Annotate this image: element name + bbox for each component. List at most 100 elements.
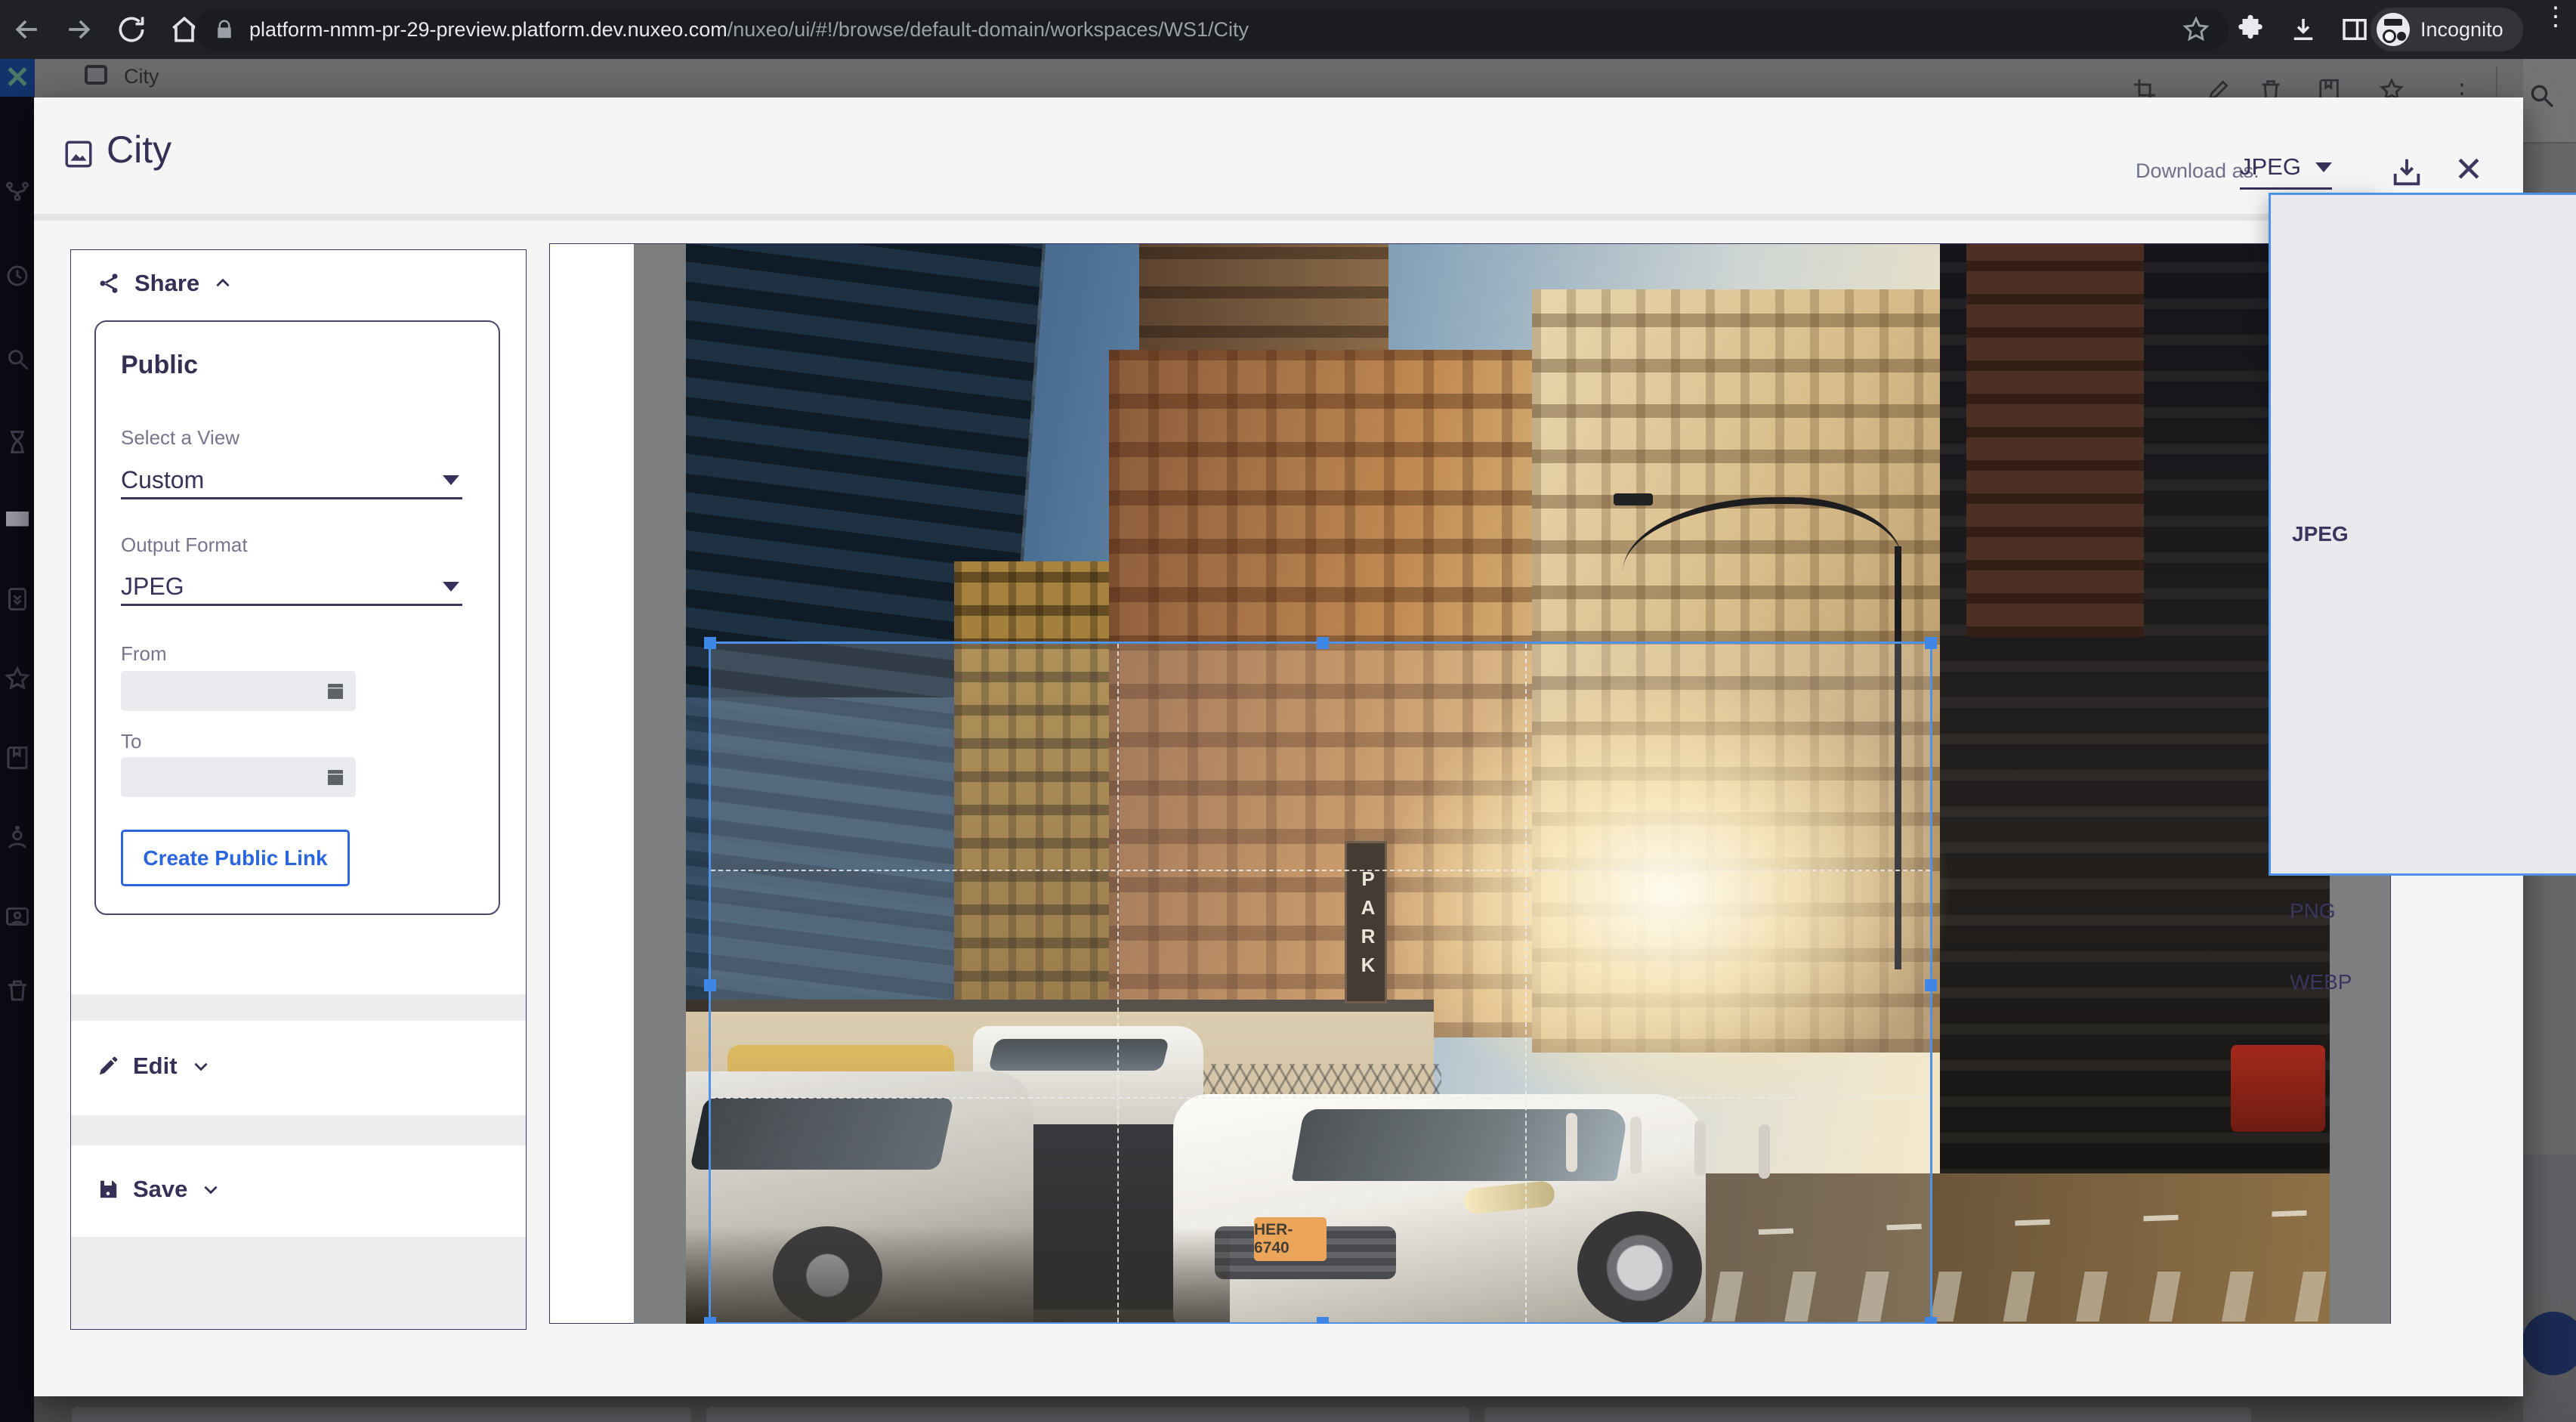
- chevron-down-icon: [443, 582, 459, 592]
- dimmed-card: [706, 1407, 1469, 1422]
- view-select[interactable]: Custom: [121, 462, 462, 499]
- profile-person-icon[interactable]: [4, 825, 31, 852]
- calendar-icon[interactable]: [324, 680, 347, 703]
- crop-guide-vertical: [1117, 644, 1119, 1322]
- view-select-value: Custom: [121, 466, 204, 494]
- dimmed-card: [1484, 1407, 2251, 1422]
- workflow-list-icon[interactable]: [4, 586, 31, 613]
- output-format-select[interactable]: JPEG: [121, 568, 462, 606]
- chevron-up-icon: [213, 274, 233, 293]
- to-date-input[interactable]: [121, 757, 356, 797]
- menu-item-png[interactable]: PNG: [2269, 876, 2379, 947]
- app-left-rail: ✕: [0, 59, 35, 1422]
- crop-guide-horizontal: [711, 1097, 1930, 1099]
- collections-book-icon[interactable]: [4, 744, 31, 771]
- delete-trash-icon: [2258, 77, 2284, 97]
- download-format-value: JPEG: [2240, 153, 2301, 181]
- save-label: Save: [133, 1176, 187, 1203]
- crop-guide-horizontal: [711, 870, 1930, 871]
- download-format-select[interactable]: JPEG: [2240, 150, 2332, 190]
- output-format-label: Output Format: [121, 533, 248, 557]
- app-search-icon: [2526, 80, 2556, 110]
- browser-toolbar: platform-nmm-pr-29-preview.platform.dev.…: [0, 0, 2576, 59]
- save-section-header[interactable]: Save: [97, 1176, 221, 1203]
- browser-forward-icon[interactable]: [62, 13, 95, 46]
- address-bar[interactable]: platform-nmm-pr-29-preview.platform.dev.…: [195, 8, 2229, 51]
- calendar-icon[interactable]: [324, 766, 347, 789]
- close-icon[interactable]: ✕: [2451, 152, 2486, 187]
- assets-image-icon[interactable]: [4, 505, 31, 532]
- dimmed-card: [72, 1407, 691, 1422]
- downloads-icon[interactable]: [2287, 14, 2319, 45]
- crop-selection[interactable]: [709, 641, 1932, 1324]
- output-format-value: JPEG: [121, 573, 184, 601]
- url-text: platform-nmm-pr-29-preview.platform.dev.…: [249, 18, 1249, 42]
- lock-icon: [213, 18, 236, 41]
- image-editor-viewer: PARK HER-6740: [549, 243, 2487, 1324]
- crop-handle-n[interactable]: [1317, 637, 1329, 649]
- crop-handle-ne[interactable]: [1925, 637, 1937, 649]
- browser-back-icon[interactable]: [11, 13, 44, 46]
- app-header-strip: City ⋮: [35, 59, 2523, 97]
- crop-guide-vertical: [1525, 644, 1527, 1322]
- bookmark-star-icon[interactable]: [2182, 15, 2210, 44]
- from-label: From: [121, 642, 167, 666]
- chevron-down-icon: [191, 1056, 211, 1076]
- modal-title: City: [107, 128, 171, 172]
- image-type-icon: [63, 138, 94, 170]
- screenshot-stage: platform-nmm-pr-29-preview.platform.dev.…: [0, 0, 2576, 1422]
- to-label: To: [121, 730, 141, 753]
- document-type-icon: [85, 65, 107, 85]
- pencil-icon: [97, 1055, 119, 1077]
- history-icon[interactable]: [4, 262, 31, 289]
- menu-item-webp[interactable]: WEBP: [2269, 947, 2379, 1018]
- add-to-collection-icon: [2316, 77, 2342, 97]
- image-viewer-modal: City Download as: JPEG ✕ Share Public Se…: [34, 97, 2523, 1396]
- side-panel-icon[interactable]: [2339, 14, 2371, 45]
- chevron-down-icon: [201, 1179, 221, 1199]
- crop-handle-nw[interactable]: [704, 637, 716, 649]
- crop-tool-icon: [2132, 77, 2157, 97]
- public-share-card: Public Select a View Custom Output Forma…: [94, 320, 500, 915]
- share-section-header[interactable]: Share: [97, 270, 233, 297]
- photo-red-truck: [2231, 1045, 2325, 1132]
- save-section: Save: [71, 1145, 526, 1237]
- extensions-icon[interactable]: [2235, 14, 2266, 45]
- nuxeo-logo: ✕: [0, 59, 35, 97]
- edit-section-header[interactable]: Edit: [97, 1053, 211, 1080]
- incognito-icon: [2377, 13, 2410, 46]
- tools-panel: Share Public Select a View Custom Output…: [70, 249, 527, 1330]
- save-floppy-icon: [97, 1178, 119, 1201]
- from-date-input[interactable]: [121, 671, 356, 711]
- dimmed-bottom-strip: [34, 1396, 2523, 1422]
- browser-reload-icon[interactable]: [115, 13, 148, 46]
- edit-label: Edit: [133, 1053, 178, 1080]
- crop-handle-se[interactable]: [1925, 1317, 1937, 1324]
- crop-handle-s[interactable]: [1317, 1317, 1329, 1324]
- crop-handle-w[interactable]: [704, 979, 716, 991]
- incognito-badge[interactable]: Incognito: [2371, 8, 2523, 51]
- download-button-icon[interactable]: [2389, 155, 2424, 190]
- create-public-link-button[interactable]: Create Public Link: [121, 830, 350, 886]
- user-card-icon[interactable]: [4, 903, 31, 930]
- cropper-canvas: PARK HER-6740: [634, 244, 2390, 1324]
- select-view-label: Select a View: [121, 426, 239, 450]
- trash-rail-icon[interactable]: [4, 977, 31, 1004]
- search-rail-icon[interactable]: [4, 345, 31, 373]
- strip-divider: [2496, 66, 2497, 97]
- chevron-down-icon: [2315, 162, 2332, 172]
- header-divider: [34, 214, 2523, 221]
- browse-tree-icon[interactable]: [4, 178, 31, 206]
- edit-section: Edit: [71, 1021, 526, 1115]
- crop-handle-sw[interactable]: [704, 1317, 716, 1324]
- edit-pen-icon: [2206, 77, 2232, 97]
- download-format-menu: JPEG PNG WEBP: [2269, 193, 2379, 407]
- menu-item-jpeg[interactable]: JPEG: [2269, 193, 2576, 876]
- tasks-hourglass-icon[interactable]: [4, 428, 31, 456]
- city-photo[interactable]: PARK HER-6740: [686, 244, 2330, 1324]
- favorites-star-icon[interactable]: [4, 665, 31, 692]
- public-card-title: Public: [121, 351, 198, 380]
- crop-handle-e[interactable]: [1925, 979, 1937, 991]
- browser-menu-icon[interactable]: ⋮: [2543, 11, 2568, 23]
- photo-pedestrian: [2191, 697, 2235, 864]
